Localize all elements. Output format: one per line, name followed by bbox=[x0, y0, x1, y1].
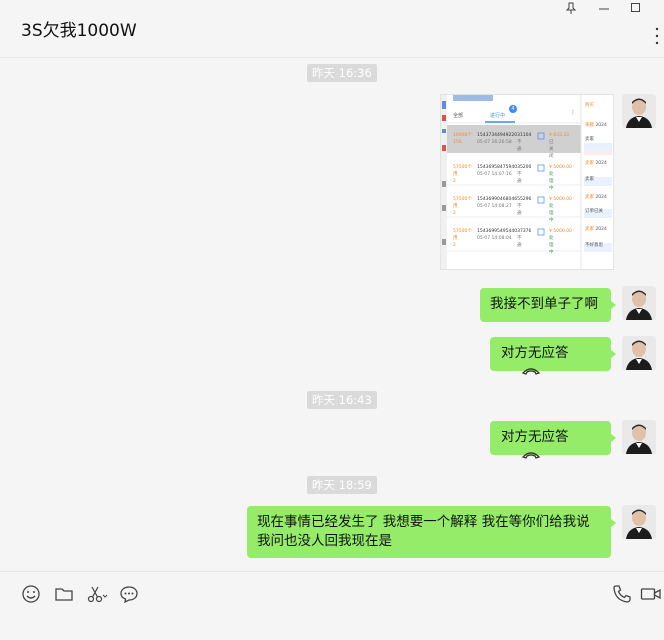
avatar[interactable] bbox=[622, 336, 656, 370]
image-message[interactable]: 全部 进行中 4 ⋮ 10000个 156 154373449492203110… bbox=[440, 94, 614, 270]
emoji-icon[interactable] bbox=[21, 584, 41, 604]
screenshot-badge: 4 bbox=[511, 105, 515, 112]
folder-icon[interactable] bbox=[54, 584, 74, 604]
call-bubble[interactable]: 对方无应答 bbox=[490, 337, 616, 375]
message-bubble[interactable]: 我接不到单子了啊 bbox=[480, 288, 616, 322]
call-status-text: 对方无应答 bbox=[501, 345, 569, 361]
minimize-icon[interactable] bbox=[595, 2, 613, 17]
chat-bubble-icon[interactable] bbox=[119, 584, 139, 604]
avatar[interactable] bbox=[622, 420, 656, 454]
pin-icon[interactable] bbox=[562, 2, 580, 18]
avatar[interactable] bbox=[622, 505, 656, 539]
message-list[interactable]: 昨天 16:36 全部 进行中 4 ⋮ 10000个 156 154373449… bbox=[0, 58, 664, 571]
message-text: 现在事情已经发生了 我想要一个解释 我在等你们给我说 bbox=[257, 514, 590, 530]
message-bubble[interactable]: 现在事情已经发生了 我想要一个解释 我在等你们给我说 我问也没人回我现在是 bbox=[247, 506, 616, 558]
avatar[interactable] bbox=[622, 94, 656, 128]
title-bar: 3S欠我1000W bbox=[0, 0, 664, 58]
screenshot-more-icon: ⋮ bbox=[570, 109, 576, 116]
timestamp: 昨天 16:36 bbox=[307, 64, 377, 82]
message-text: 我问也没人回我现在是 bbox=[257, 533, 392, 549]
phone-hangup-icon bbox=[521, 447, 541, 466]
screenshot-tab: 进行中 bbox=[490, 113, 506, 119]
phone-icon[interactable] bbox=[612, 584, 632, 604]
avatar[interactable] bbox=[622, 286, 656, 320]
message-text: 我接不到单子了啊 bbox=[490, 296, 598, 312]
input-toolbar bbox=[0, 571, 664, 640]
video-icon[interactable] bbox=[640, 584, 662, 604]
call-bubble[interactable]: 对方无应答 bbox=[490, 421, 616, 459]
phone-hangup-icon bbox=[521, 363, 541, 382]
timestamp: 昨天 18:59 bbox=[307, 476, 377, 494]
timestamp: 昨天 16:43 bbox=[307, 391, 377, 409]
screenshot-tab: 全部 bbox=[453, 113, 464, 119]
maximize-icon[interactable] bbox=[627, 2, 645, 17]
call-status-text: 对方无应答 bbox=[501, 429, 569, 445]
chat-title: 3S欠我1000W bbox=[21, 21, 137, 41]
more-icon[interactable] bbox=[654, 26, 660, 50]
scissors-icon[interactable] bbox=[86, 584, 110, 604]
